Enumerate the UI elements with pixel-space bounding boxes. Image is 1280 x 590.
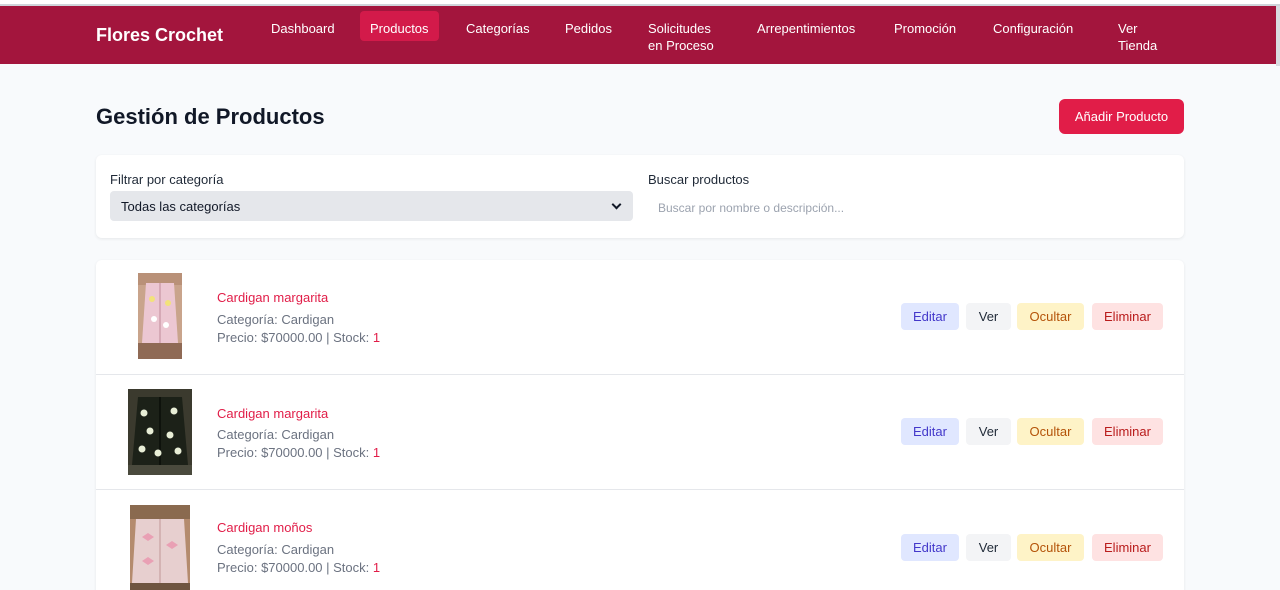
stock-prefix: | Stock:: [322, 330, 373, 345]
category-prefix: Categoría:: [217, 427, 282, 442]
edit-button[interactable]: Editar: [901, 418, 959, 445]
price-prefix: Precio:: [217, 445, 262, 460]
nav-promocion[interactable]: Promoción: [884, 16, 966, 41]
nav-productos[interactable]: Productos: [360, 11, 439, 41]
stock-value: 1: [372, 560, 381, 575]
nav-dashboard[interactable]: Dashboard: [261, 16, 345, 41]
nav-categorias[interactable]: Categorías: [456, 16, 540, 41]
stock-prefix: | Stock:: [322, 560, 373, 575]
nav-configuracion[interactable]: Configuración: [983, 16, 1083, 41]
view-button[interactable]: Ver: [966, 303, 1011, 330]
product-price-stock: Precio: $70000.00 | Stock: 1: [217, 445, 380, 460]
category-prefix: Categoría:: [217, 542, 282, 557]
nav-arrepentimientos[interactable]: Arrepentimientos: [747, 16, 865, 41]
price-value: $70000.00: [261, 560, 323, 575]
nav-configuracion-label: Configuración: [993, 21, 1074, 36]
product-thumbnail: [138, 273, 182, 359]
hide-button[interactable]: Ocultar: [1017, 418, 1084, 445]
delete-button[interactable]: Eliminar: [1092, 418, 1163, 445]
product-price-stock: Precio: $70000.00 | Stock: 1: [217, 330, 380, 345]
nav-ver-tienda-label-2: Tienda: [1118, 38, 1158, 53]
product-thumbnail: [130, 505, 190, 590]
search-input[interactable]: [648, 199, 1168, 217]
page-title: Gestión de Productos: [96, 104, 325, 129]
category-filter-label: Filtrar por categoría: [110, 172, 224, 187]
view-button[interactable]: Ver: [966, 534, 1011, 561]
hide-button[interactable]: Ocultar: [1017, 303, 1084, 330]
product-row: Cardigan moños Categoría: Cardigan Preci…: [96, 490, 1184, 590]
category-value: Cardigan: [281, 427, 335, 442]
nav-dashboard-label: Dashboard: [271, 21, 335, 36]
product-name[interactable]: Cardigan moños: [217, 520, 312, 535]
nav-solicitudes-label-1: Solicitudes: [648, 21, 711, 36]
edit-button[interactable]: Editar: [901, 534, 959, 561]
brand-logo[interactable]: Flores Crochet: [96, 25, 223, 46]
product-name[interactable]: Cardigan margarita: [217, 290, 328, 305]
category-select[interactable]: Todas las categorías: [110, 191, 633, 221]
view-button[interactable]: Ver: [966, 418, 1011, 445]
nav-promocion-label: Promoción: [894, 21, 957, 36]
price-prefix: Precio:: [217, 560, 262, 575]
nav-ver-tienda[interactable]: Ver Tienda: [1108, 16, 1167, 58]
price-value: $70000.00: [261, 445, 323, 460]
product-list: Cardigan margarita Categoría: Cardigan P…: [96, 260, 1184, 590]
nav-ver-tienda-label-1: Ver: [1118, 21, 1138, 36]
edit-button[interactable]: Editar: [901, 303, 959, 330]
category-prefix: Categoría:: [217, 312, 282, 327]
top-navbar: Flores Crochet Dashboard Productos Categ…: [0, 6, 1276, 64]
price-prefix: Precio:: [217, 330, 262, 345]
stock-prefix: | Stock:: [322, 445, 373, 460]
product-category: Categoría: Cardigan: [217, 427, 334, 442]
pink-cardigan-image: [138, 273, 182, 359]
pink-bow-cardigan-image: [130, 505, 190, 590]
search-label: Buscar productos: [648, 172, 750, 187]
delete-button[interactable]: Eliminar: [1092, 303, 1163, 330]
price-value: $70000.00: [261, 330, 323, 345]
page-scrollbar[interactable]: [1276, 6, 1280, 66]
nav-solicitudes-label-2: en Proceso: [648, 38, 714, 53]
filter-card: Filtrar por categoría Todas las categorí…: [96, 155, 1184, 238]
black-cardigan-image: [128, 389, 192, 475]
nav-categorias-label: Categorías: [466, 21, 530, 36]
product-category: Categoría: Cardigan: [217, 542, 334, 557]
product-price-stock: Precio: $70000.00 | Stock: 1: [217, 560, 380, 575]
category-select-value: Todas las categorías: [121, 198, 241, 214]
stock-value: 1: [372, 445, 381, 460]
nav-solicitudes[interactable]: Solicitudes en Proceso: [638, 16, 724, 58]
product-row: Cardigan margarita Categoría: Cardigan P…: [96, 260, 1184, 375]
hide-button[interactable]: Ocultar: [1017, 534, 1084, 561]
delete-button[interactable]: Eliminar: [1092, 534, 1163, 561]
stock-value: 1: [372, 330, 381, 345]
product-thumbnail: [128, 389, 192, 475]
product-row: Cardigan margarita Categoría: Cardigan P…: [96, 375, 1184, 490]
category-value: Cardigan: [281, 542, 335, 557]
category-value: Cardigan: [281, 312, 335, 327]
nav-productos-label: Productos: [370, 21, 429, 36]
nav-arrepentimientos-label: Arrepentimientos: [757, 21, 856, 36]
nav-pedidos[interactable]: Pedidos: [555, 16, 622, 41]
nav-pedidos-label: Pedidos: [565, 21, 612, 36]
chevron-down-icon: [611, 199, 622, 209]
product-category: Categoría: Cardigan: [217, 312, 334, 327]
product-name[interactable]: Cardigan margarita: [217, 406, 328, 421]
add-product-button[interactable]: Añadir Producto: [1059, 99, 1184, 134]
